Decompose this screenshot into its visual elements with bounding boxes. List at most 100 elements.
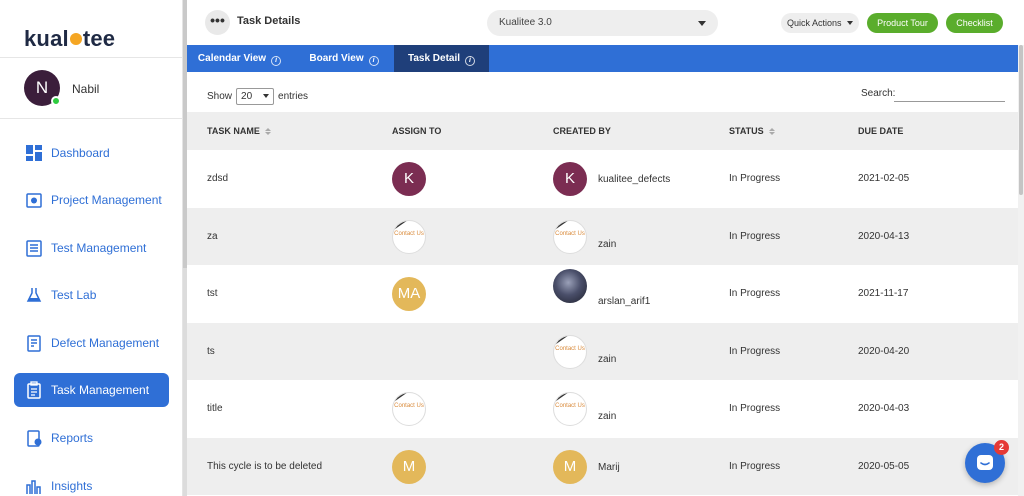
creator-name: zain	[598, 411, 617, 422]
chevron-down-icon	[263, 94, 270, 98]
main-scrollbar[interactable]	[1018, 45, 1024, 496]
column-header-created-by: CREATED BY	[553, 112, 611, 150]
search-input[interactable]	[894, 86, 1005, 102]
entries-label: entries	[278, 91, 309, 102]
column-label: TASK NAME	[207, 126, 260, 136]
task-name[interactable]: ts	[207, 346, 215, 357]
column-header-task-name[interactable]: TASK NAME	[207, 112, 271, 150]
column-header-assign-to: ASSIGN TO	[392, 112, 441, 150]
assignee-avatar[interactable]: Contact Us	[392, 392, 426, 426]
contact-us-text: Contact Us	[394, 230, 424, 237]
task-name[interactable]: za	[207, 231, 218, 242]
contact-us-text: Contact Us	[394, 403, 424, 409]
creator-avatar[interactable]: Contact Us	[553, 392, 587, 426]
project-select[interactable]: Kualitee 3.0	[487, 10, 718, 36]
creator-avatar[interactable]: K	[553, 162, 587, 196]
sidebar-item-test-management[interactable]: Test Management	[14, 231, 169, 265]
task-name[interactable]: zdsd	[207, 173, 228, 184]
assignee-avatar[interactable]: Contact Us	[392, 219, 426, 254]
creator-avatar[interactable]: Contact Us	[553, 219, 587, 254]
show-label: Show	[207, 91, 233, 102]
info-icon: i	[368, 56, 379, 66]
table-row[interactable]: tst MA arslan_arif1 In Progress 2021-11-17	[187, 265, 1018, 323]
sidebar-item-dashboard[interactable]: Dashboard	[14, 136, 169, 170]
table-row[interactable]: zdsd K Kkualitee_defects In Progress 2021-02…	[187, 150, 1018, 208]
status-text: In Progress	[729, 230, 781, 242]
sidebar-divider	[0, 57, 183, 58]
info-icon: i	[271, 56, 282, 66]
table-row[interactable]: ts Contact Us zain In Progress 2020-04-20	[187, 322, 1018, 380]
tab-label: Calendar View	[197, 53, 267, 64]
sidebar-item-label: Reports	[51, 431, 94, 445]
table-row[interactable]: This cycle is to be deleted M M Marij In Pro…	[187, 437, 1018, 495]
tab-board-view[interactable]: Board View i	[299, 45, 389, 72]
logo-dot-icon	[69, 33, 82, 45]
more-options-button[interactable]: •••	[205, 10, 230, 35]
test-management-icon	[25, 239, 43, 257]
sort-icon	[768, 128, 775, 135]
defect-icon	[25, 334, 43, 352]
tab-calendar-view[interactable]: Calendar View i	[187, 45, 292, 72]
sidebar-item-label: Task Management	[51, 383, 150, 397]
sidebar-item-label: Project Management	[51, 193, 162, 207]
sidebar-item-task-management[interactable]: Task Management	[14, 373, 169, 407]
task-table-panel: Show 20 entries Search: TASK NAME ASSIGN…	[187, 72, 1018, 496]
quick-actions-label: Quick Actions	[787, 18, 842, 28]
status-text: In Progress	[729, 288, 781, 299]
sort-icon	[264, 128, 271, 135]
search-label: Search:	[861, 88, 896, 99]
user-name: Nabil	[72, 82, 100, 96]
column-header-status[interactable]: STATUS	[729, 112, 775, 150]
logo-text-start: kual	[24, 26, 69, 51]
task-name[interactable]: tst	[207, 288, 218, 299]
creator-name: kualitee_defects	[598, 174, 671, 185]
quick-actions-button[interactable]: Quick Actions	[781, 13, 859, 33]
tab-task-detail[interactable]: Task Detail i	[394, 45, 489, 72]
creator-avatar[interactable]: M	[553, 449, 587, 484]
creator-name: zain	[598, 238, 617, 250]
table-row[interactable]: za Contact Us Contact Us zain In Progress 202…	[187, 207, 1018, 265]
contact-us-text: Contact Us	[555, 345, 585, 352]
sidebar-item-insights[interactable]: Insights	[14, 469, 169, 496]
page-title: Task Details	[237, 15, 301, 27]
kualitee-logo[interactable]: kual tee	[24, 26, 115, 52]
checklist-button[interactable]: Checklist	[946, 13, 1003, 33]
due-date: 2020-04-20	[858, 345, 910, 357]
contact-us-text: Contact Us	[555, 230, 585, 237]
clipboard-icon	[25, 381, 43, 399]
sidebar-item-defect-management[interactable]: Defect Management	[14, 326, 169, 360]
creator-avatar[interactable]: Contact Us	[553, 334, 587, 369]
avatar-band	[393, 220, 409, 231]
assignee-avatar[interactable]: M	[392, 449, 426, 484]
sidebar-item-test-lab[interactable]: Test Lab	[14, 278, 169, 312]
info-icon: i	[465, 56, 476, 66]
contact-us-text: Contact Us	[555, 403, 585, 409]
entries-value: 20	[241, 91, 253, 102]
entries-select[interactable]: 20	[236, 88, 275, 105]
user-initial: N	[35, 78, 49, 97]
logo-text-end: tee	[82, 26, 116, 51]
creator-avatar-photo[interactable]	[553, 269, 587, 303]
sidebar-divider	[0, 118, 183, 119]
tab-label: Task Detail	[407, 53, 461, 64]
sidebar-item-label: Test Lab	[51, 288, 97, 302]
sidebar-item-project-management[interactable]: Project Management	[14, 183, 169, 217]
due-date: 2020-04-03	[858, 403, 910, 414]
user-avatar[interactable]: N	[24, 70, 61, 106]
sidebar-item-reports[interactable]: Reports	[14, 421, 169, 455]
creator-name: arslan_arif1	[598, 296, 651, 307]
sidebar-item-label: Dashboard	[51, 146, 110, 160]
task-name[interactable]: title	[207, 403, 223, 414]
avatar-band	[554, 393, 570, 404]
table-row[interactable]: title Contact Us Contact Us zain In Progress…	[187, 380, 1018, 438]
tab-label: Board View	[309, 53, 364, 64]
online-status-icon	[51, 96, 61, 106]
product-tour-button[interactable]: Product Tour	[867, 13, 938, 33]
creator-name: Marij	[598, 461, 620, 473]
top-bar: ••• Task Details Kualitee 3.0 Quick Acti…	[187, 0, 1024, 45]
column-label: CREATED BY	[553, 126, 611, 136]
task-name[interactable]: This cycle is to be deleted	[207, 461, 322, 472]
assignee-avatar[interactable]: MA	[392, 277, 426, 311]
scroll-thumb[interactable]	[1019, 45, 1023, 195]
assignee-avatar[interactable]: K	[392, 162, 426, 196]
